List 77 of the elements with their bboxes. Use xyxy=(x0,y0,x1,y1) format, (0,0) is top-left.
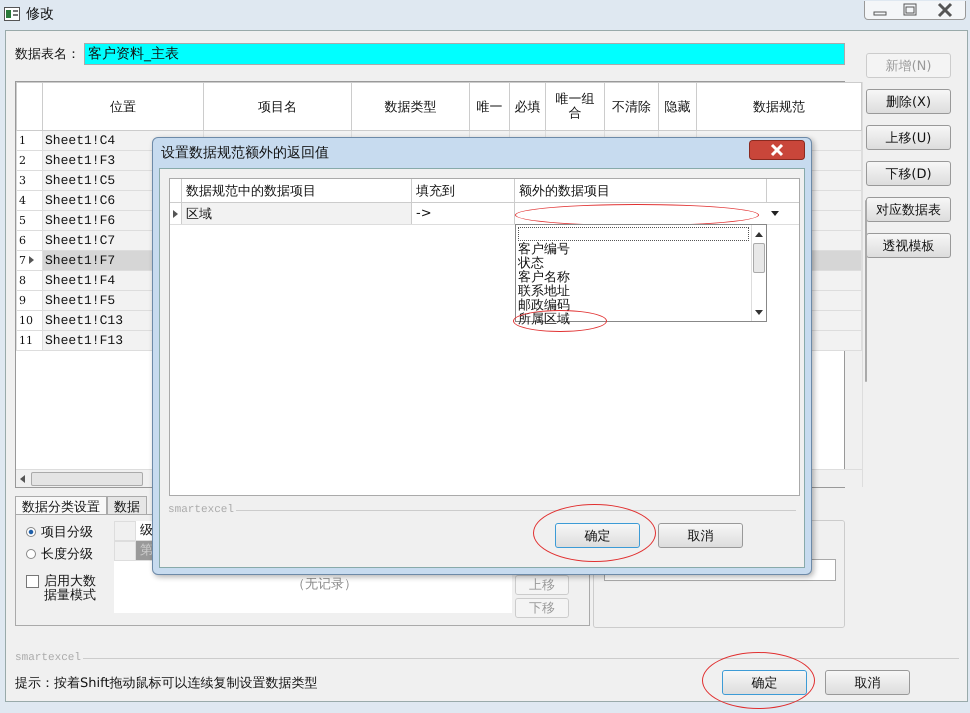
table-cell: Sheet1!C7 xyxy=(45,233,116,248)
list-item[interactable]: 所属区域 xyxy=(518,312,570,327)
table-cell: Sheet1!C6 xyxy=(45,193,116,208)
row-header-cell xyxy=(114,541,136,561)
side-button[interactable]: 对应数据表 xyxy=(866,197,951,222)
current-row-icon xyxy=(29,256,34,264)
dialog-title: 设置数据规范额外的返回值 xyxy=(161,144,329,162)
tab[interactable]: 数据 xyxy=(107,496,147,514)
radio-button[interactable] xyxy=(26,527,36,537)
table-name-field[interactable]: 客户资料_主表 xyxy=(84,43,845,65)
list-item[interactable]: 邮政编码 xyxy=(518,298,570,313)
window-title: 修改 xyxy=(26,5,54,23)
side-button[interactable]: 删除(X) xyxy=(866,89,951,114)
checkbox-label: 启用大数据量模式 xyxy=(44,575,96,602)
hint-text: 提示：按着Shift拖动鼠标可以连续复制设置数据类型 xyxy=(15,674,318,692)
row-header-cell xyxy=(114,521,136,541)
table-cell: Sheet1!F5 xyxy=(45,293,116,308)
table-cell: 区域 xyxy=(182,203,412,224)
column-header[interactable]: 隐藏 xyxy=(658,82,696,130)
row-number: 11 xyxy=(19,334,33,347)
current-row-icon xyxy=(173,210,178,218)
list-item[interactable]: 联系地址 xyxy=(518,284,570,299)
dropdown-arrow-icon[interactable] xyxy=(771,211,779,216)
table-cell: Sheet1!F3 xyxy=(45,153,116,168)
brand-label: smartexcel xyxy=(168,504,234,516)
row-number: 1 xyxy=(19,134,26,147)
column-header[interactable]: 填充到 xyxy=(412,179,515,202)
dialog-button[interactable]: 取消 xyxy=(658,523,743,548)
radio-label: 长度分级 xyxy=(41,546,93,563)
table-cell: Sheet1!C5 xyxy=(45,173,116,188)
app-icon xyxy=(4,7,20,21)
side-button[interactable]: 上移(U) xyxy=(866,125,951,150)
column-header[interactable]: 额外的数据项目 xyxy=(515,179,767,202)
side-button[interactable]: 下移(D) xyxy=(866,161,951,186)
checkbox[interactable] xyxy=(26,575,39,588)
table-cell: Sheet1!F7 xyxy=(45,253,116,268)
column-header[interactable]: 不清除 xyxy=(604,82,658,130)
tab[interactable]: 数据分类设置 xyxy=(15,496,107,514)
row-number: 4 xyxy=(19,194,26,207)
column-header[interactable]: 项目名 xyxy=(204,82,352,130)
list-item[interactable]: 客户名称 xyxy=(518,270,570,285)
row-number: 6 xyxy=(19,234,26,247)
close-icon[interactable] xyxy=(749,140,805,160)
column-header[interactable]: 位置 xyxy=(42,82,204,130)
radio-button[interactable] xyxy=(26,549,36,559)
row-number: 5 xyxy=(19,214,26,227)
table-cell: Sheet1!F6 xyxy=(45,213,116,228)
list-item[interactable]: 状态 xyxy=(518,256,544,271)
empty-text: （无记录） xyxy=(292,576,357,593)
column-header[interactable]: 必填 xyxy=(510,82,546,130)
table-cell: Sheet1!F4 xyxy=(45,273,116,288)
dialog-button[interactable]: 取消 xyxy=(825,670,910,695)
dialog-button[interactable]: 确定 xyxy=(555,523,640,548)
table-name-label: 数据表名： xyxy=(15,46,80,63)
focus-rectangle[interactable] xyxy=(518,227,749,241)
list-item[interactable]: 客户编号 xyxy=(518,242,570,257)
row-number: 7 xyxy=(19,254,26,267)
column-header[interactable]: 数据类型 xyxy=(352,82,470,130)
table-cell: Sheet1!F13 xyxy=(45,333,124,348)
vertical-scrollbar[interactable] xyxy=(751,225,766,321)
table-cell: -> xyxy=(412,203,515,224)
column-header[interactable]: 唯一 xyxy=(470,82,510,130)
side-button[interactable]: 透视模板 xyxy=(866,233,951,258)
column-header[interactable]: 数据规范 xyxy=(696,82,862,130)
brand-label: smartexcel xyxy=(15,652,82,664)
row-number: 3 xyxy=(19,174,26,187)
radio-label: 项目分级 xyxy=(41,524,93,541)
row-number: 8 xyxy=(19,274,26,287)
row-number: 2 xyxy=(19,154,26,167)
row-number: 9 xyxy=(19,294,26,307)
dialog-button[interactable]: 确定 xyxy=(722,670,807,695)
scroll-left-icon[interactable] xyxy=(20,474,25,482)
column-header[interactable]: 唯一组合 xyxy=(546,82,604,130)
column-header[interactable]: 数据规范中的数据项目 xyxy=(182,179,412,202)
row-number: 10 xyxy=(19,314,33,327)
table-cell: Sheet1!C4 xyxy=(45,133,116,148)
table-cell: Sheet1!C13 xyxy=(45,313,124,328)
